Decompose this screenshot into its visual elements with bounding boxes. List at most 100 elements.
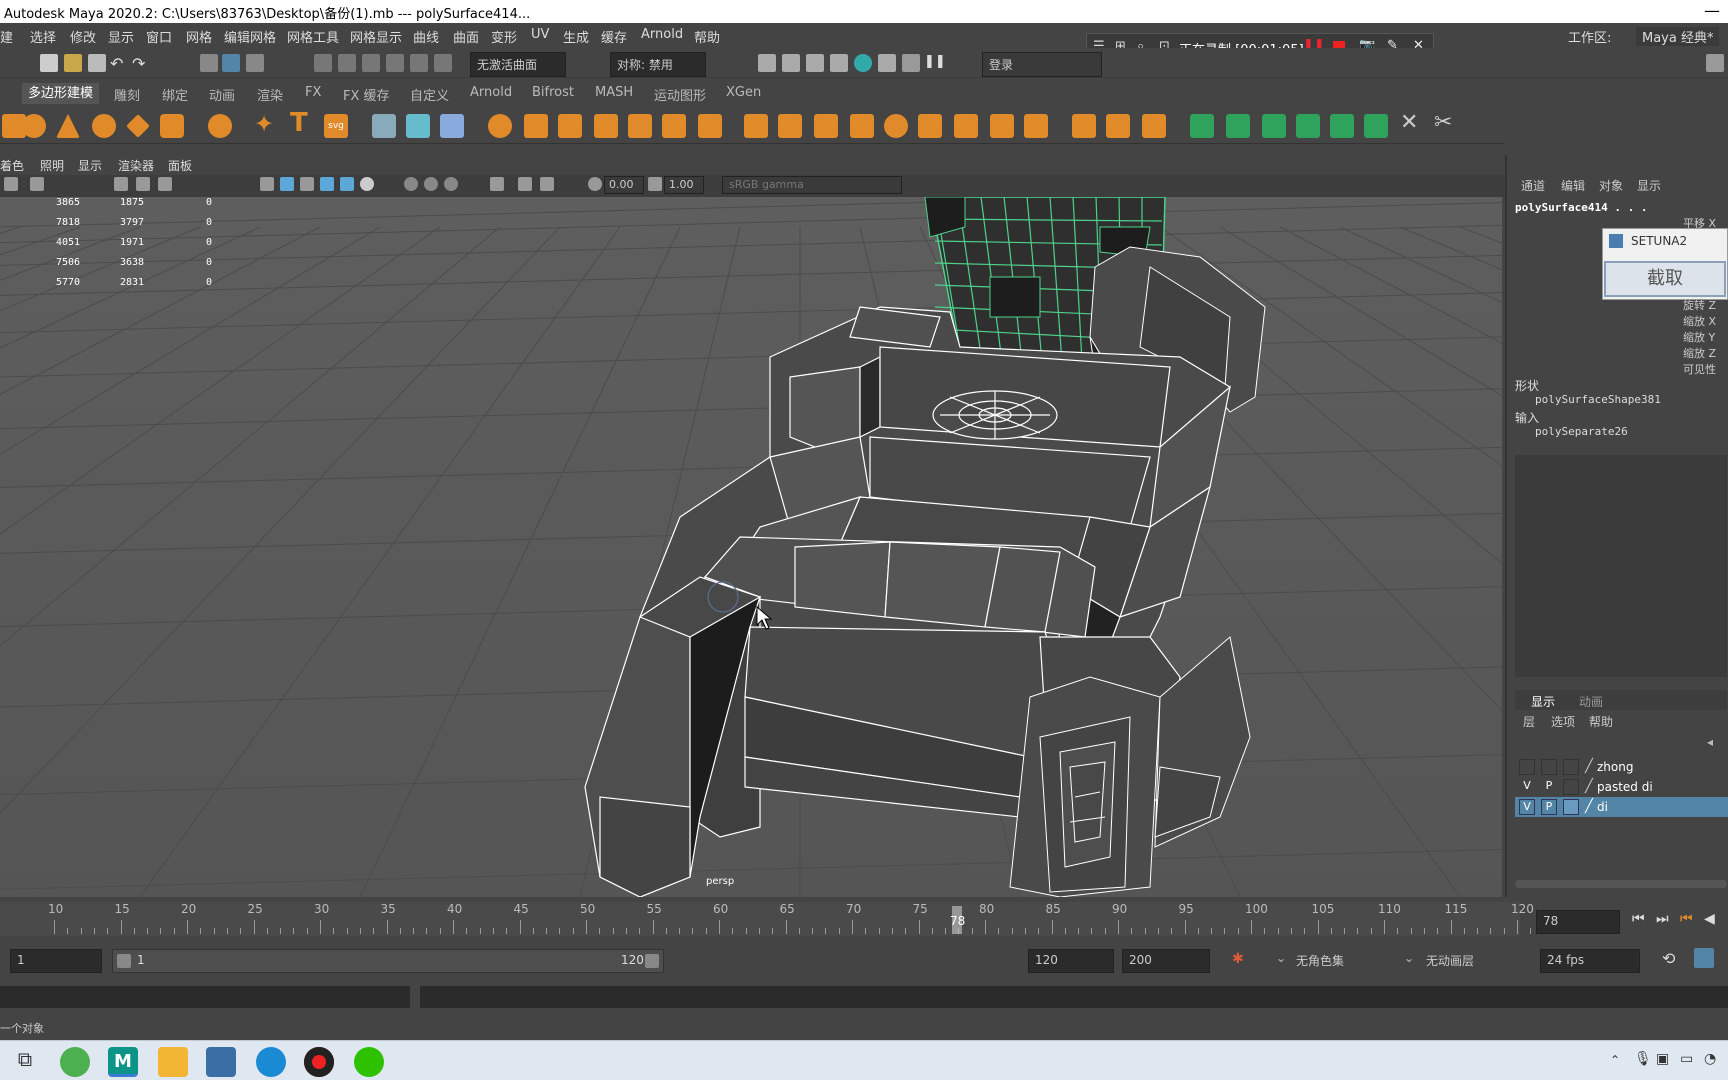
playback-toggle[interactable]: P: [1541, 779, 1557, 795]
snap-plane-icon[interactable]: [386, 54, 404, 72]
append-icon[interactable]: [850, 114, 874, 138]
camera-select-icon[interactable]: [4, 177, 18, 191]
tray-chevron-icon[interactable]: ⌃: [1610, 1053, 1620, 1067]
wifi-icon[interactable]: ◔: [1704, 1051, 1716, 1067]
playback-toggle[interactable]: [1541, 759, 1557, 775]
uv-cylindrical-icon[interactable]: [1226, 114, 1250, 138]
motion-blur-icon[interactable]: [444, 177, 458, 191]
separate-icon[interactable]: [524, 114, 548, 138]
layer-arrow-icon[interactable]: ◂: [1707, 735, 1713, 749]
tab-mash[interactable]: MASH: [595, 85, 633, 100]
range-slider[interactable]: 1 120: [112, 949, 664, 973]
layer-menu-options[interactable]: 选项: [1551, 713, 1575, 730]
menu-item[interactable]: 网格: [186, 27, 212, 46]
uv-planar-icon[interactable]: [1190, 114, 1214, 138]
wireframe-on-shaded-icon[interactable]: [320, 177, 334, 191]
platonic-solid-icon[interactable]: [208, 114, 232, 138]
text-icon[interactable]: T: [290, 108, 314, 138]
tab-bifrost[interactable]: Bifrost: [532, 85, 574, 100]
extrude-icon[interactable]: [744, 114, 768, 138]
xray-icon[interactable]: [340, 177, 354, 191]
pause-viewport-icon[interactable]: ❚❚: [924, 54, 946, 72]
auto-key-icon[interactable]: ✱: [1232, 951, 1244, 967]
menu-item[interactable]: 修改: [70, 27, 96, 46]
shadows-icon[interactable]: [404, 177, 418, 191]
task-view-icon[interactable]: ⧉: [10, 1047, 40, 1077]
uv-checker-icon[interactable]: [1364, 114, 1388, 138]
menu-item[interactable]: 缓存: [601, 27, 627, 46]
layer-scrollbar[interactable]: [1515, 880, 1727, 888]
cb-tab-show[interactable]: 显示: [1637, 177, 1661, 194]
combine-icon[interactable]: [488, 114, 512, 138]
gamma-field[interactable]: 1.00: [664, 176, 704, 194]
type-tool-icon[interactable]: [406, 114, 430, 138]
retopo-icon[interactable]: [698, 114, 722, 138]
bridge-icon[interactable]: [814, 114, 838, 138]
reduce-icon[interactable]: [628, 114, 652, 138]
tab-display-layers[interactable]: 显示: [1531, 693, 1555, 710]
uv-auto-icon[interactable]: [1296, 114, 1320, 138]
minimize-icon[interactable]: —: [1704, 1, 1720, 20]
layer-name[interactable]: pasted di: [1597, 780, 1653, 794]
layer-name[interactable]: di: [1597, 800, 1608, 814]
shape-node[interactable]: polySurfaceShape381: [1535, 393, 1661, 406]
playback-toggle[interactable]: P: [1541, 799, 1557, 815]
edge-loop-icon[interactable]: [1106, 114, 1130, 138]
viewport-persp[interactable]: 3865 1875 0 7818 3797 0 4051 1971 0 7506…: [0, 197, 1502, 897]
select-hierarchy-icon[interactable]: [200, 54, 218, 72]
center-pivot-icon[interactable]: [440, 114, 464, 138]
poly-disc-icon[interactable]: [160, 114, 184, 138]
anim-layer-select[interactable]: 无动画层: [1420, 949, 1520, 973]
tab-rigging[interactable]: 绑定: [162, 85, 188, 104]
step-back-key-icon[interactable]: ⏮: [1680, 911, 1693, 927]
snap-grid-icon[interactable]: [314, 54, 332, 72]
menu-panels[interactable]: 面板: [168, 157, 192, 174]
file-explorer-icon[interactable]: [158, 1047, 188, 1077]
layer-name[interactable]: zhong: [1597, 760, 1633, 774]
anim-end-field[interactable]: 200: [1122, 949, 1210, 973]
cb-tab-object[interactable]: 对象: [1599, 177, 1623, 194]
tab-sculpt[interactable]: 雕刻: [114, 85, 140, 104]
poke-icon[interactable]: [918, 114, 942, 138]
tab-motion-graphics[interactable]: 运动图形: [654, 85, 706, 104]
range-start-handle[interactable]: [117, 954, 131, 968]
visibility-toggle[interactable]: V: [1519, 799, 1535, 815]
bevel-icon[interactable]: [778, 114, 802, 138]
edge-browser-icon[interactable]: [256, 1047, 286, 1077]
layer-row-selected[interactable]: V P ╱ di: [1515, 797, 1728, 817]
poly-cylinder-icon[interactable]: [22, 114, 46, 138]
login-button[interactable]: 登录: [982, 52, 1102, 77]
snap-view-icon[interactable]: [434, 54, 452, 72]
range-end-handle[interactable]: [645, 954, 659, 968]
menu-item[interactable]: UV: [531, 27, 549, 42]
tab-animation[interactable]: 动画: [209, 85, 235, 104]
microphone-icon[interactable]: 🎙: [1634, 1051, 1652, 1067]
capture-button[interactable]: 截取: [1604, 261, 1726, 297]
render-setup-icon[interactable]: [878, 54, 896, 72]
tab-xgen[interactable]: XGen: [726, 85, 761, 100]
character-set-select[interactable]: 无角色集: [1290, 949, 1390, 973]
tab-fx-cache[interactable]: FX 缓存: [343, 85, 390, 104]
wedge-icon[interactable]: [954, 114, 978, 138]
select-object-icon[interactable]: [222, 54, 240, 72]
menu-item[interactable]: 编辑网格: [224, 27, 276, 46]
exposure-icon[interactable]: [588, 177, 602, 191]
new-scene-icon[interactable]: [40, 54, 58, 72]
open-scene-icon[interactable]: [64, 54, 82, 72]
menu-item[interactable]: 网格工具: [287, 27, 339, 46]
setuna-app-icon[interactable]: [206, 1047, 236, 1077]
hypershade-icon[interactable]: [854, 54, 872, 72]
undo-icon[interactable]: ↶: [110, 54, 128, 73]
select-component-icon[interactable]: [246, 54, 264, 72]
uv-spherical-icon[interactable]: [1262, 114, 1286, 138]
snap-point-icon[interactable]: [362, 54, 380, 72]
ipr-render-icon[interactable]: [806, 54, 824, 72]
wechat-icon[interactable]: [354, 1047, 384, 1077]
tab-poly-modeling[interactable]: 多边形建模: [22, 83, 100, 104]
menu-item[interactable]: 建: [0, 27, 13, 46]
render-frame-icon[interactable]: [782, 54, 800, 72]
sculpt-tool-icon[interactable]: [372, 114, 396, 138]
uv-distortion-icon[interactable]: ✕: [1400, 110, 1424, 135]
tab-anim-layers[interactable]: 动画: [1579, 693, 1603, 710]
quad-draw-icon[interactable]: [1142, 114, 1166, 138]
